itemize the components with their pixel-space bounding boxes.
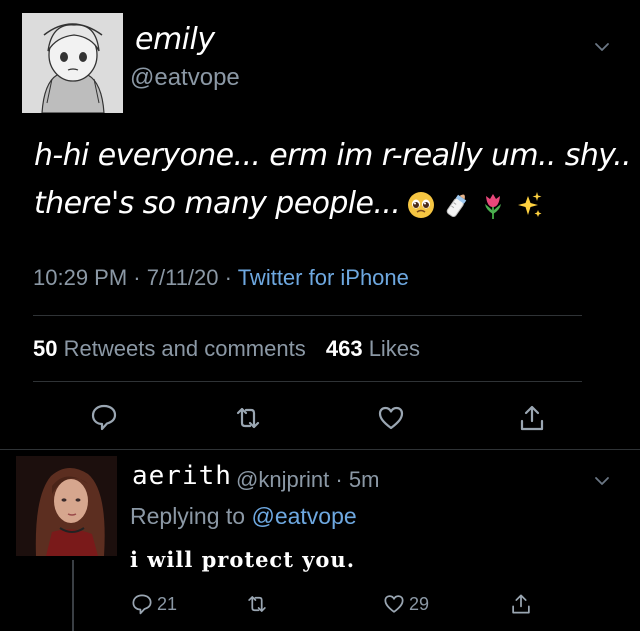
tweet-client-link[interactable]: Twitter for iPhone [238, 265, 409, 290]
tweet-stats: 50 Retweets and comments 463 Likes [33, 336, 420, 362]
tweet-time: 10:29 PM [33, 265, 128, 290]
retweets-label[interactable]: Retweets and comments [64, 336, 306, 361]
author-name[interactable]: emily [135, 22, 215, 57]
tweet-text-line1: h-hi everyone... erm im r-really um.. sh… [34, 138, 632, 173]
reply-age: 5m [348, 467, 380, 492]
meta-separator: · [133, 265, 141, 290]
divider [33, 381, 582, 382]
reply-like-button[interactable]: 29 [383, 592, 429, 616]
tweet-date: 7/11/20 [146, 265, 219, 290]
reply-author-handle[interactable]: @knjprint [236, 467, 329, 492]
share-icon [510, 593, 532, 615]
thread-line [72, 560, 74, 631]
reply-reply-button[interactable]: 21 [131, 592, 177, 616]
reply-reply-count: 21 [157, 593, 178, 614]
reply-icon[interactable] [90, 403, 118, 431]
reply-text: i will protect you. [130, 547, 356, 572]
divider [33, 315, 582, 316]
retweets-count[interactable]: 50 [33, 336, 57, 361]
replying-to-link[interactable]: @eatvope [251, 503, 356, 529]
reply-meta: @knjprint · 5m [236, 467, 379, 493]
like-icon [383, 593, 405, 615]
retweet-icon [246, 593, 268, 615]
author-handle[interactable]: @eatvope [130, 64, 240, 92]
divider [0, 449, 640, 450]
tweet-meta: 10:29 PM · 7/11/20 · Twitter for iPhone [33, 265, 409, 291]
chevron-down-icon[interactable] [592, 471, 612, 491]
reply-author-avatar[interactable] [16, 456, 117, 556]
reply-like-count: 29 [409, 593, 430, 614]
pleading-face-icon [406, 190, 436, 220]
replying-prefix: Replying to [130, 503, 246, 529]
chevron-down-icon[interactable] [592, 37, 612, 57]
reply-separator: · [335, 467, 343, 492]
tweet-text-line2-text: there's so many people... [34, 186, 401, 221]
tulip-icon [478, 190, 508, 220]
tweet-text-line2: there's so many people... [34, 186, 544, 221]
reply-icon [131, 593, 153, 615]
author-avatar[interactable] [22, 13, 123, 113]
share-icon[interactable] [518, 404, 546, 432]
sparkles-icon [514, 190, 544, 220]
retweet-icon[interactable] [234, 404, 262, 432]
like-icon[interactable] [377, 404, 405, 432]
reply-author-name[interactable]: aerith [132, 461, 232, 491]
baby-bottle-icon [442, 190, 472, 220]
reply-retweet-button[interactable] [246, 592, 268, 616]
meta-separator: · [224, 265, 232, 290]
likes-label[interactable]: Likes [369, 336, 420, 361]
replying-to: Replying to @eatvope [130, 503, 357, 530]
reply-share-button[interactable] [510, 592, 532, 616]
likes-count[interactable]: 463 [326, 336, 363, 361]
